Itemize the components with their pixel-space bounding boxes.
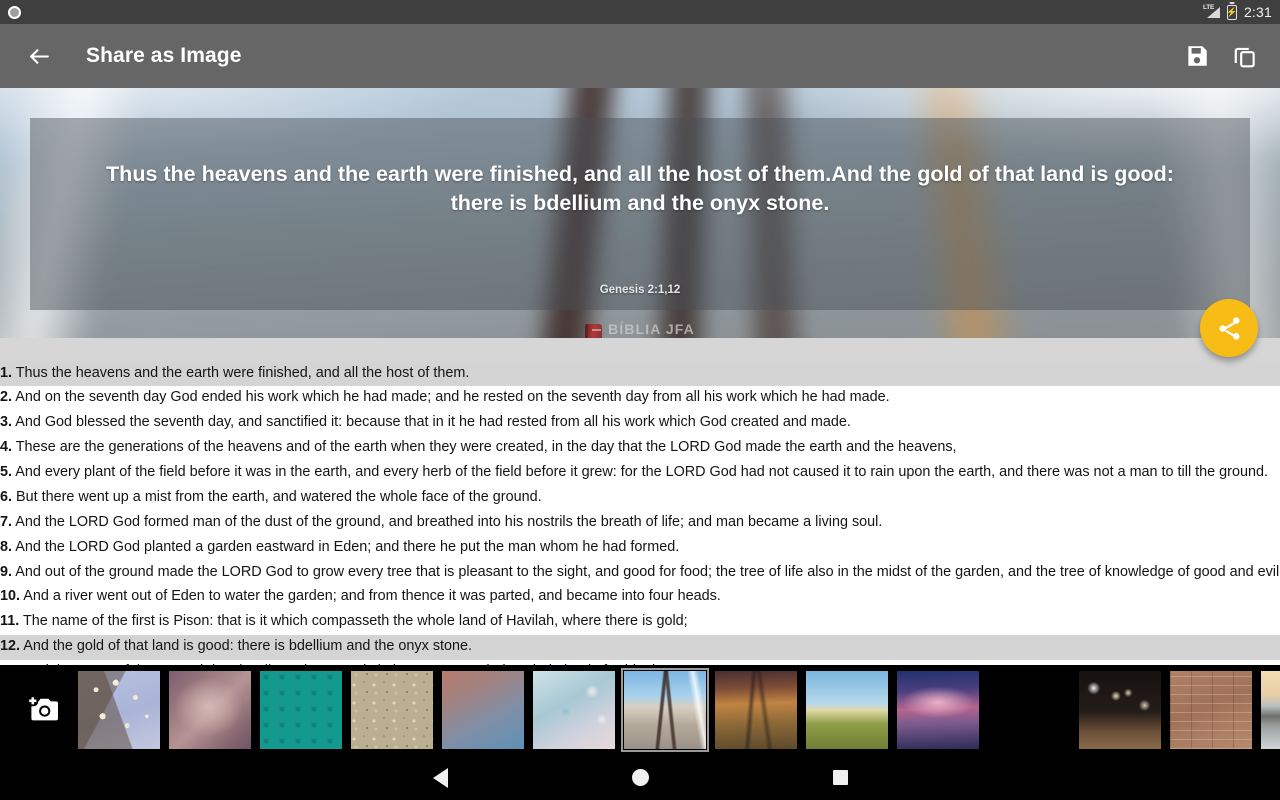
verse-number: 1. — [0, 364, 13, 381]
status-bar-right: LTE ⚡ 2:31 — [1203, 4, 1272, 20]
status-bar: LTE ⚡ 2:31 — [0, 0, 1280, 24]
verse-number: 6. — [0, 488, 13, 505]
verse-text: And every plant of the field before it w… — [12, 464, 1268, 480]
thumb-gravel[interactable] — [351, 671, 433, 749]
verse-text: These are the generations of the heavens… — [12, 439, 957, 456]
background-thumbnail-strip[interactable] — [0, 665, 1280, 755]
signal-triangle-icon: LTE — [1202, 4, 1220, 19]
verse-number: 2. — [0, 389, 13, 406]
add-photo-camera-icon[interactable] — [14, 675, 72, 745]
verse-row[interactable]: 8. And the LORD God planted a garden eas… — [0, 535, 1280, 560]
thumb-lighthouse[interactable] — [1261, 671, 1280, 749]
verse-row[interactable]: 5. And every plant of the field before i… — [0, 461, 1280, 486]
verse-text: And out of the ground made the LORD God … — [12, 563, 1280, 580]
record-dot-icon — [8, 5, 21, 19]
nav-home-icon[interactable] — [540, 755, 740, 800]
verse-row[interactable]: 11. The name of the first is Pison: that… — [0, 610, 1280, 635]
thumb-teal-pattern[interactable] — [260, 671, 342, 749]
verse-row[interactable]: 7. And the LORD God formed man of the du… — [0, 510, 1280, 535]
share-fab-button[interactable] — [1200, 299, 1258, 357]
verse-row[interactable]: 1. Thus the heavens and the earth were f… — [0, 361, 1280, 386]
thumb-purple-grunge[interactable] — [169, 671, 251, 749]
thumb-blossoms[interactable] — [78, 671, 160, 749]
verse-row[interactable]: 3. And God blessed the seventh day, and … — [0, 411, 1280, 436]
verse-row[interactable]: 9. And out of the ground made the LORD G… — [0, 560, 1280, 585]
nav-recents-icon[interactable] — [740, 755, 940, 800]
verse-text: And God blessed the seventh day, and san… — [12, 414, 851, 431]
verse-number: 8. — [0, 538, 13, 555]
verse-number: 7. — [0, 513, 13, 530]
android-nav-bar — [0, 755, 1280, 800]
verse-overlay-text: Thus the heavens and the earth were fini… — [106, 162, 1174, 216]
verse-row[interactable]: 12. And the gold of that land is good: t… — [0, 634, 1280, 660]
app-bar-actions — [1180, 39, 1262, 73]
verse-text: And the LORD God planted a garden eastwa… — [12, 538, 680, 555]
verse-text: But there went up a mist from the earth,… — [12, 488, 542, 505]
verse-text: The name of the first is Pison: that is … — [19, 613, 688, 630]
status-bar-left — [8, 5, 21, 19]
thumb-warm-gradient[interactable] — [442, 671, 524, 749]
verse-number: 12. — [0, 638, 21, 655]
verse-number: 5. — [0, 464, 13, 480]
arrow-back-icon[interactable] — [18, 35, 60, 77]
app-bar: Share as Image — [0, 24, 1280, 88]
watermark-title: BÍBLIA JFA — [608, 321, 695, 337]
copy-icon[interactable] — [1228, 39, 1262, 73]
verse-text: And a river went out of Eden to water th… — [20, 588, 721, 605]
network-label: LTE — [1202, 4, 1215, 11]
nav-back-icon[interactable] — [340, 755, 540, 800]
verse-text: Thus the heavens and the earth were fini… — [12, 364, 470, 381]
thumbnail-list — [78, 668, 1280, 752]
thumb-ocean-sunset[interactable] — [988, 671, 1070, 749]
thumb-green-field[interactable] — [806, 671, 888, 749]
page-title: Share as Image — [86, 44, 242, 67]
verse-number: 9. — [0, 563, 13, 580]
save-icon[interactable] — [1180, 39, 1214, 73]
verse-number: 10. — [0, 588, 21, 605]
verse-row[interactable]: 6. But there went up a mist from the ear… — [0, 485, 1280, 510]
status-bar-clock: 2:31 — [1243, 4, 1272, 20]
thumb-pastel-bokeh[interactable] — [533, 671, 615, 749]
verse-row[interactable]: 4. These are the generations of the heav… — [0, 436, 1280, 461]
verse-number: 11. — [0, 613, 20, 630]
verse-list[interactable]: 1. Thus the heavens and the earth were f… — [0, 361, 1280, 685]
verse-overlay-reference: Genesis 2:1,12 — [599, 284, 681, 296]
verse-text: And the gold of that land is good: there… — [20, 638, 473, 655]
thumb-bokeh-lights[interactable] — [1079, 671, 1161, 749]
verse-text: And the LORD God formed man of the dust … — [12, 513, 883, 530]
verse-row[interactable]: 10. And a river went out of Eden to wate… — [0, 585, 1280, 610]
battery-charging-icon: ⚡ — [1226, 4, 1238, 20]
thumb-pier-boardwalk[interactable] — [621, 668, 709, 752]
verse-overlay-card: Thus the heavens and the earth were fini… — [30, 118, 1250, 338]
bible-book-icon — [585, 323, 603, 338]
thumb-violet-sunset[interactable] — [897, 671, 979, 749]
thumb-railroad[interactable] — [715, 671, 797, 749]
verse-number: 4. — [0, 439, 13, 456]
verse-number: 3. — [0, 414, 13, 431]
verse-text: And on the seventh day God ended his wor… — [12, 389, 890, 406]
image-preview-area[interactable]: Thus the heavens and the earth were fini… — [0, 88, 1280, 338]
watermark: BÍBLIA JFA Compartilhe Mi Biblia — [30, 322, 1250, 338]
verse-row[interactable]: 2. And on the seventh day God ended his … — [0, 386, 1280, 411]
thumb-brick-wall[interactable] — [1170, 671, 1252, 749]
